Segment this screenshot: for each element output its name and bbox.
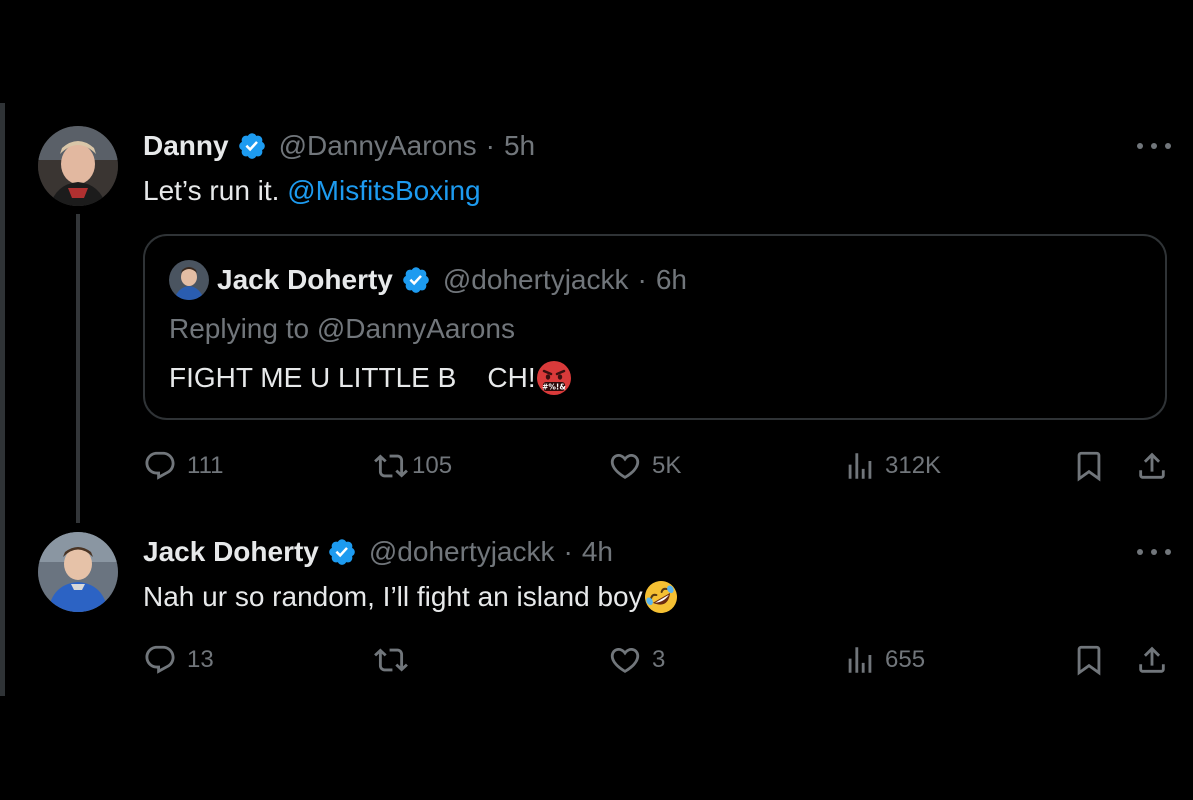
display-name[interactable]: Danny [143,129,229,163]
action-bar: 111 105 5K 312K [143,449,1173,485]
left-border [0,103,5,696]
views-count: 312K [885,452,942,479]
tweet-header: Danny @DannyAarons · 5h [143,129,535,163]
reply-count: 111 [187,452,224,479]
avatar-jack[interactable] [38,532,118,612]
verified-badge-icon [401,265,431,295]
reply-icon [143,449,177,483]
verified-badge-icon [237,131,267,161]
quote-text: FIGHT ME U LITTLE B CH! #%!& [169,360,572,396]
timestamp[interactable]: 4h [582,535,613,569]
like-count: 3 [652,646,666,673]
quoted-tweet[interactable]: Jack Doherty @dohertyjackk · 6h Replying… [143,234,1167,420]
handle[interactable]: @dohertyjackk [369,535,555,569]
display-name[interactable]: Jack Doherty [143,535,319,569]
like-count: 5K [652,452,682,479]
share-button[interactable] [1135,449,1169,483]
timestamp[interactable]: 5h [504,129,535,163]
tweet-text-body: Nah ur so random, I’ll fight an island b… [143,581,643,612]
bookmark-button[interactable] [1072,449,1106,483]
like-button[interactable]: 3 [608,643,665,677]
bookmark-icon [1072,449,1106,483]
reply-icon [143,643,177,677]
repost-button[interactable]: 105 [374,449,452,483]
tweet-text: Let’s run it. @MisfitsBoxing [143,173,481,209]
quote-header: Jack Doherty @dohertyjackk · 6h [217,263,687,297]
views-count: 655 [885,646,926,673]
mention-link[interactable]: @MisfitsBoxing [287,175,480,206]
repost-button[interactable] [374,643,418,677]
avatar-danny[interactable] [38,126,118,206]
tweet-text: Nah ur so random, I’ll fight an island b… [143,579,679,615]
avatar-jack-small [169,260,209,300]
rolling-laughing-emoji [643,579,679,615]
heart-icon [608,449,642,483]
tweet-header: Jack Doherty @dohertyjackk · 4h [143,535,613,569]
quote-timestamp: 6h [655,264,687,295]
svg-text:#%!&: #%!& [542,383,566,392]
views-icon [843,643,877,677]
quote-display-name: Jack Doherty [217,264,393,295]
repost-count: 105 [412,452,453,479]
share-icon [1135,643,1169,677]
replying-to: Replying to @DannyAarons [169,313,515,344]
views-button[interactable]: 655 [843,643,925,677]
separator-dot: · [485,130,495,161]
repost-icon [374,449,408,483]
more-icon[interactable] [1137,546,1171,558]
repost-icon [374,643,408,677]
share-button[interactable] [1135,643,1169,677]
bookmark-button[interactable] [1072,643,1106,677]
reply-count: 13 [187,646,214,673]
handle[interactable]: @DannyAarons [279,129,477,163]
quote-text-body: FIGHT ME U LITTLE B CH! [169,362,536,393]
heart-icon [608,643,642,677]
action-bar: 13 3 655 [143,643,1173,679]
views-button[interactable]: 312K [843,449,941,483]
verified-badge-icon [327,537,357,567]
reply-button[interactable]: 111 [143,449,223,483]
separator-dot: · [637,264,647,295]
more-icon[interactable] [1137,140,1171,152]
separator-dot: · [563,536,573,567]
views-icon [843,449,877,483]
tweet-text-body: Let’s run it. [143,175,288,206]
reply-button[interactable]: 13 [143,643,214,677]
angry-face-emoji: #%!& [536,360,572,396]
like-button[interactable]: 5K [608,449,681,483]
thread-connector [76,214,80,523]
bookmark-icon [1072,643,1106,677]
share-icon [1135,449,1169,483]
quote-handle: @dohertyjackk [442,264,629,295]
